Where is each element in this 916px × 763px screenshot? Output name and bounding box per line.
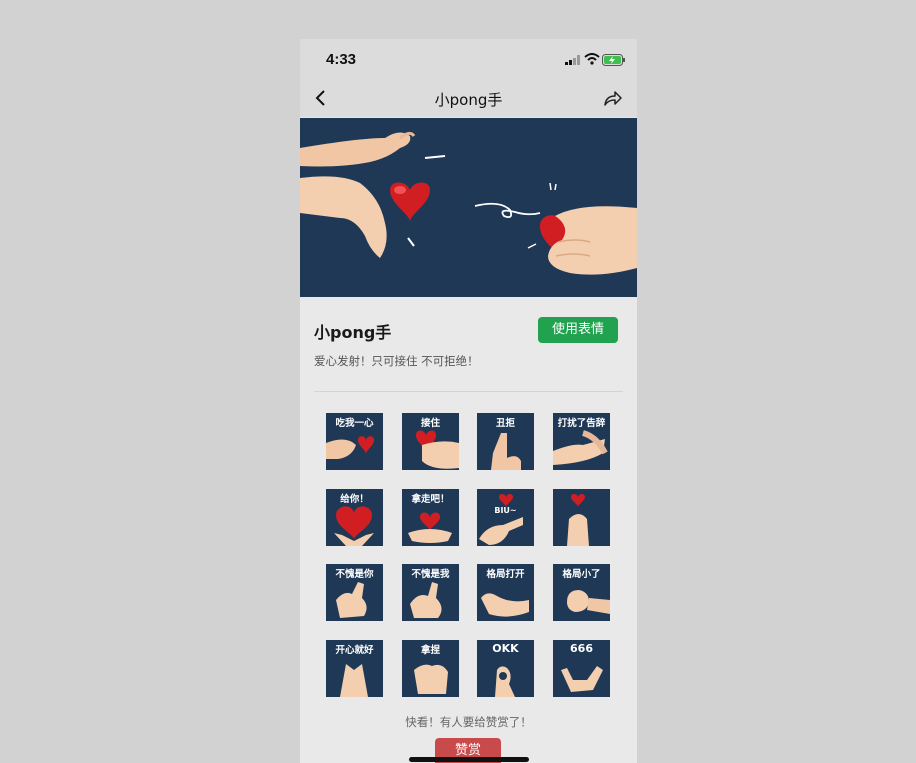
sticker-item[interactable]: 拿捏 — [402, 640, 459, 697]
sticker-label: BIU~ — [494, 506, 517, 515]
share-icon[interactable] — [602, 88, 622, 108]
sticker-item[interactable]: 不愧是我 — [402, 564, 459, 621]
sticker-item[interactable]: OKK — [477, 640, 534, 697]
sticker-label: 格局小了 — [562, 569, 601, 580]
sticker-label: OKK — [492, 642, 519, 655]
sticker-item[interactable]: 666 — [553, 640, 610, 697]
sticker-item[interactable]: 格局小了 — [553, 564, 610, 621]
sticker-item[interactable]: 不愧是你 — [326, 564, 383, 621]
sticker-label: 吃我一心 — [335, 418, 374, 429]
sticker-label: 拿捏 — [420, 645, 440, 656]
sticker-item[interactable]: 开心就好 — [326, 640, 383, 697]
sticker-label: 接住 — [420, 418, 440, 429]
status-time: 4:33 — [326, 51, 357, 68]
banner-image — [300, 118, 637, 297]
sticker-label: 打扰了告辞 — [557, 418, 606, 429]
sticker-item[interactable]: 拿走吧！ — [402, 489, 459, 546]
sticker-item[interactable]: BIU~ — [477, 489, 534, 546]
sticker-label: 不愧是我 — [411, 569, 450, 580]
sticker-label: 丑拒 — [495, 418, 515, 429]
pack-info-section: 小pong手 使用表情 爱心发射！只可接住 不可拒绝！ 吃我一心 接住 丑拒 打… — [300, 297, 637, 763]
home-indicator — [409, 757, 529, 762]
wifi-icon — [584, 53, 600, 65]
sticker-label: 666 — [570, 642, 593, 655]
sticker-item[interactable]: 打扰了告辞 — [553, 413, 610, 470]
phone-screen: 4:33 小pong手 小pong手 使用表情 爱心发射！只可接住 不可拒绝！ … — [300, 39, 637, 763]
page-title: 小pong手 — [434, 91, 503, 109]
sticker-label: 拿走吧！ — [411, 494, 450, 505]
battery-charging-icon — [602, 54, 625, 66]
pack-description: 爱心发射！只可接住 不可拒绝！ — [314, 354, 479, 368]
cellular-signal-icon — [565, 55, 580, 65]
sticker-label: 不愧是你 — [335, 569, 374, 580]
divider — [314, 391, 623, 392]
pack-title: 小pong手 — [314, 323, 392, 342]
use-sticker-button[interactable]: 使用表情 — [538, 317, 618, 343]
sticker-label: 给你！ — [340, 494, 369, 505]
sticker-item[interactable]: 丑拒 — [477, 413, 534, 470]
sticker-item[interactable]: 给你！ — [326, 489, 383, 546]
sticker-label: 格局打开 — [486, 569, 525, 580]
navigation-bar: 小pong手 — [300, 79, 637, 117]
sticker-item[interactable]: 格局打开 — [477, 564, 534, 621]
sticker-grid: 吃我一心 接住 丑拒 打扰了告辞 给你！ 拿走吧！ BIU~ 不愧是你 不愧是我… — [326, 413, 612, 697]
status-bar: 4:33 — [300, 39, 637, 79]
sticker-item[interactable]: 接住 — [402, 413, 459, 470]
sticker-item[interactable] — [553, 489, 610, 546]
sticker-label: 开心就好 — [335, 645, 374, 656]
reward-prompt: 快看！有人要给赞赏了！ — [405, 715, 532, 729]
sticker-item[interactable]: 吃我一心 — [326, 413, 383, 470]
